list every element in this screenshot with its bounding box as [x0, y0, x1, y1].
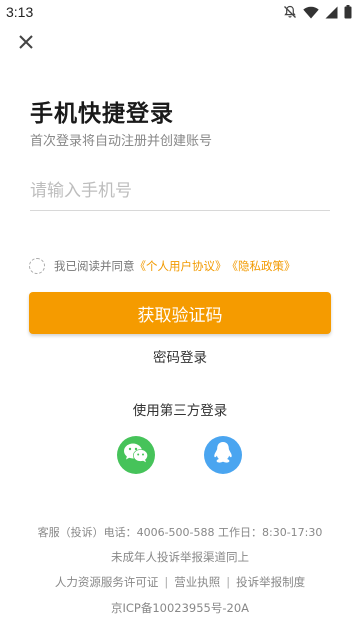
- icp-number: 京ICP备10023955号-20A: [110, 601, 250, 615]
- password-login-link[interactable]: 密码登录: [0, 346, 360, 366]
- customer-service-info: 客服（投诉）电话：4006-500-588 工作日：8:30-17:30: [37, 526, 323, 539]
- status-icons: [283, 5, 352, 19]
- footer-separator: |: [226, 575, 231, 589]
- agreement-checkbox[interactable]: [29, 258, 45, 274]
- complaint-policy-link[interactable]: 投诉举报制度: [236, 575, 305, 589]
- signal-icon: [325, 6, 338, 19]
- minor-complaint-info: 未成年人投诉举报渠道同上: [111, 550, 249, 564]
- status-bar: 3:13: [0, 0, 360, 24]
- page-subtitle: 首次登录将自动注册并创建账号: [30, 134, 213, 149]
- page-title: 手机快捷登录: [30, 101, 174, 127]
- third-party-title: 使用第三方登录: [132, 403, 228, 419]
- qq-icon: [213, 441, 233, 469]
- login-screen: 3:13 手机快捷登录 首次登录将自动注册并创建账号 请输入手机号 我已阅读并同…: [0, 0, 360, 640]
- footer-links: 人力资源服务许可证 | 营业执照 | 投诉举报制度: [0, 574, 360, 590]
- notification-off-icon: [283, 5, 297, 19]
- business-license-link[interactable]: 营业执照: [174, 575, 220, 589]
- hr-license-link[interactable]: 人力资源服务许可证: [55, 575, 159, 589]
- agreement-text: 我已阅读并同意: [54, 259, 135, 273]
- wifi-icon: [303, 6, 319, 19]
- get-code-button[interactable]: 获取验证码: [29, 292, 331, 334]
- privacy-policy-link[interactable]: 《隐私政策》: [227, 258, 296, 274]
- status-time: 3:13: [6, 4, 34, 20]
- footer-separator: |: [164, 575, 169, 589]
- phone-input[interactable]: [30, 172, 330, 211]
- battery-icon: [344, 5, 352, 19]
- qq-login-button[interactable]: [204, 436, 242, 474]
- agreement-row: 我已阅读并同意 《个人用户协议》 《隐私政策》: [29, 258, 296, 274]
- wechat-icon: [123, 442, 149, 468]
- close-icon: [18, 34, 34, 54]
- user-agreement-link[interactable]: 《个人用户协议》: [135, 258, 227, 274]
- wechat-login-button[interactable]: [117, 436, 155, 474]
- close-button[interactable]: [14, 32, 38, 56]
